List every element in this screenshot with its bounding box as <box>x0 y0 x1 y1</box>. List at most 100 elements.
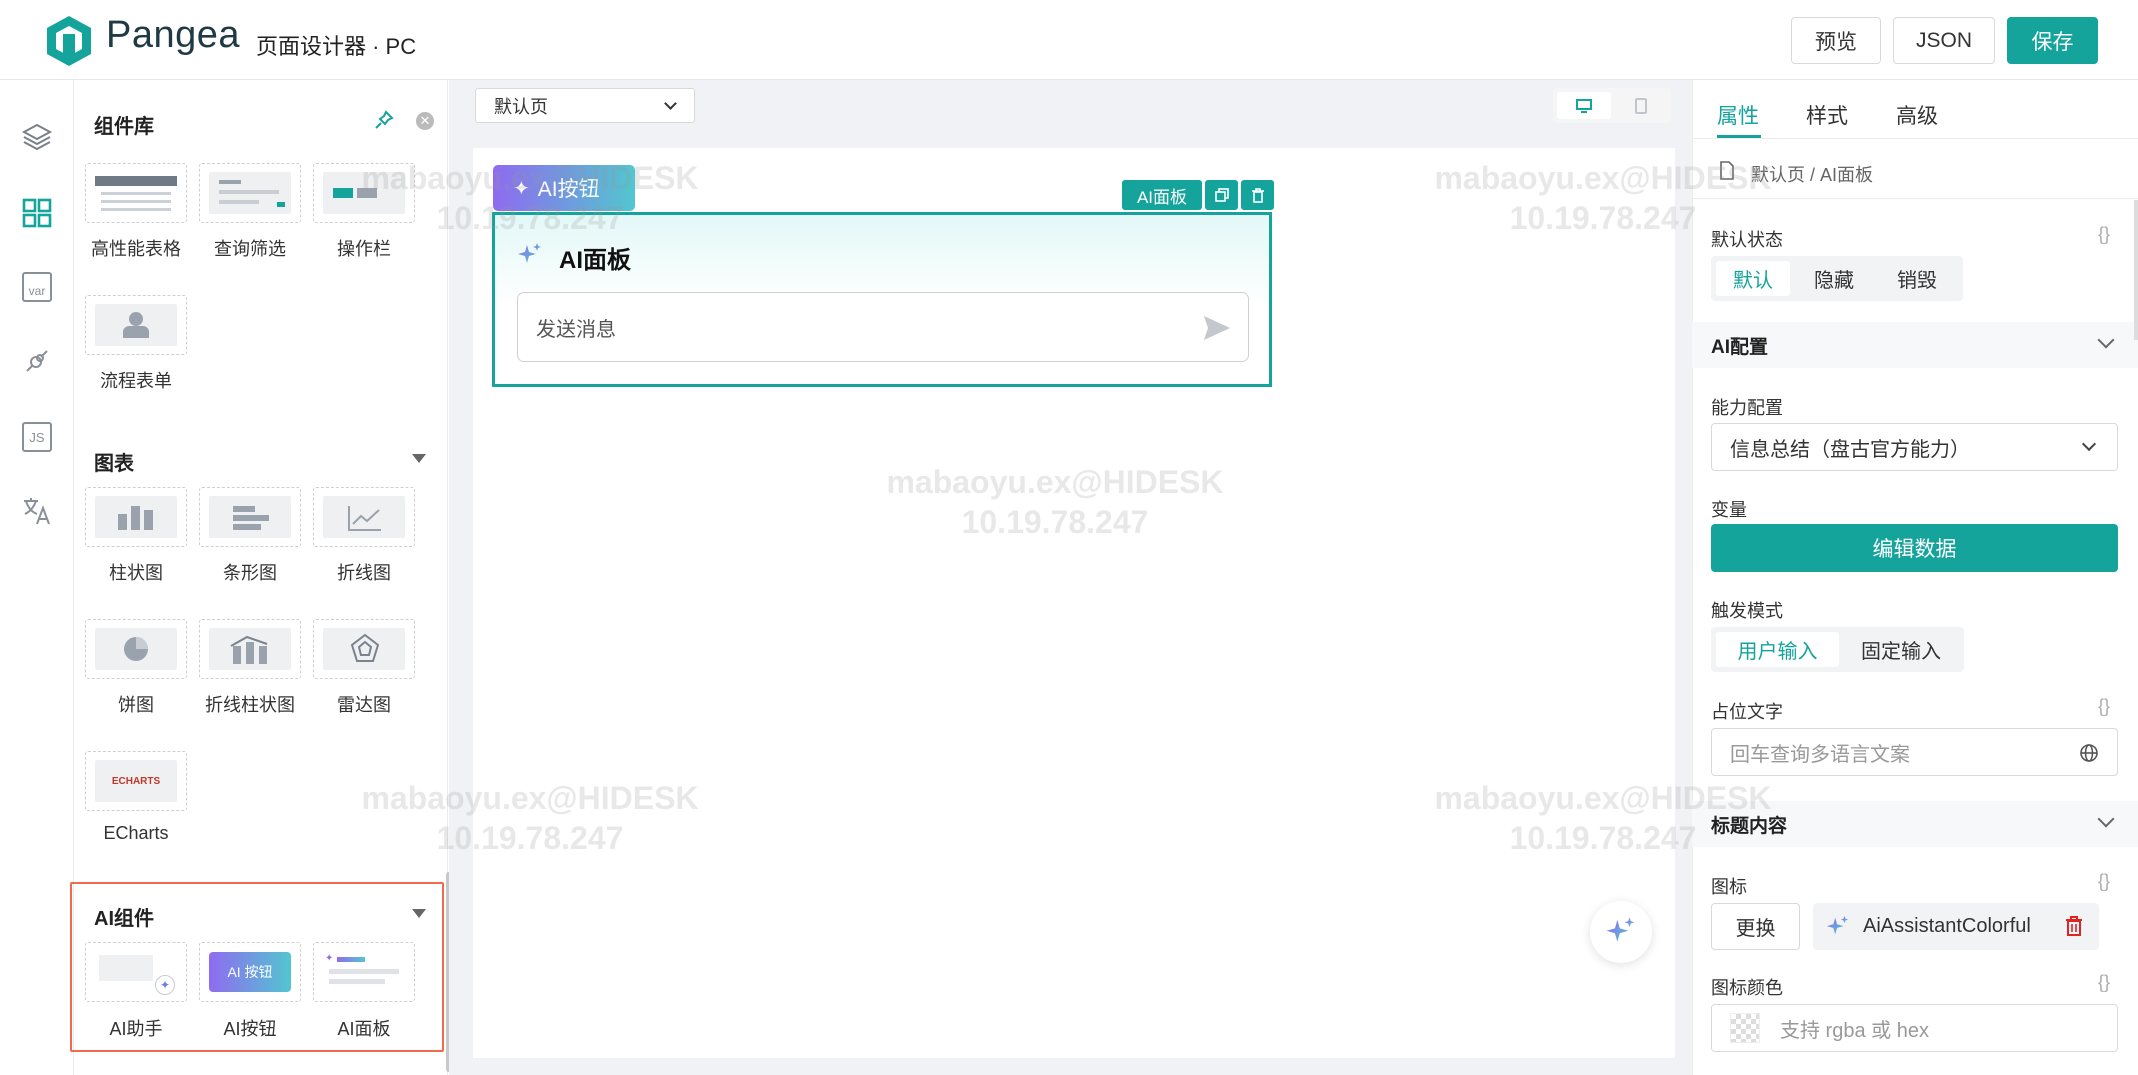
ai-section-title: AI组件 <box>94 908 154 930</box>
mobile-device-icon[interactable] <box>1615 92 1667 119</box>
trigger-option-user-input[interactable]: 用户输入 <box>1716 632 1839 667</box>
line-bar-chart-icon <box>209 628 291 670</box>
ai-button-thumbnail: AI 按钮 <box>209 952 291 992</box>
js-icon[interactable]: JS <box>20 420 54 454</box>
component-library-title: 组件库 <box>94 116 154 138</box>
icon-color-input[interactable]: 支持 rgba 或 hex <box>1711 1004 2118 1052</box>
component-tile-bar-horizontal[interactable] <box>199 487 301 547</box>
horizontal-bar-chart-icon <box>209 496 291 538</box>
app-header: Pangea 页面设计器 · PC 预览 JSON 保存 <box>0 0 2138 80</box>
component-label: ECharts <box>103 823 169 843</box>
component-tile-ai-assistant[interactable]: ✦ <box>85 942 187 1002</box>
variable-icon-text: var <box>22 272 52 302</box>
plug-icon[interactable] <box>20 344 54 378</box>
component-tile-ai-panel[interactable]: ✦ <box>313 942 415 1002</box>
color-swatch-icon[interactable] <box>1730 1013 1760 1043</box>
component-label: AI助手 <box>109 1019 163 1039</box>
canvas-ai-button-label: AI按钮 <box>537 178 600 201</box>
selection-name-chip[interactable]: AI面板 <box>1122 180 1202 210</box>
ai-section-collapse-icon[interactable] <box>412 909 426 918</box>
ai-config-section-header[interactable]: AI配置 <box>1692 322 2138 368</box>
replace-icon-button[interactable]: 更换 <box>1711 903 1800 950</box>
component-tile-high-perf-table[interactable] <box>85 163 187 223</box>
file-icon <box>1720 161 1734 180</box>
js-icon-text: JS <box>22 422 52 452</box>
page-select[interactable]: 默认页 <box>475 88 695 123</box>
properties-scrollbar[interactable] <box>2134 200 2138 340</box>
expression-brace-icon[interactable]: {} <box>2098 696 2110 717</box>
ai-panel-message-input[interactable]: 发送消息 <box>517 292 1249 362</box>
globe-icon[interactable] <box>2079 743 2099 763</box>
charts-collapse-icon[interactable] <box>412 454 426 463</box>
delete-icon[interactable] <box>2065 916 2083 936</box>
component-label: 查询筛选 <box>214 239 286 259</box>
json-button[interactable]: JSON <box>1893 17 1995 64</box>
trigger-option-fixed-input[interactable]: 固定输入 <box>1843 632 1959 667</box>
save-button[interactable]: 保存 <box>2007 17 2098 64</box>
icon-color-label: 图标颜色 <box>1711 978 1783 998</box>
component-tile-query-filter[interactable] <box>199 163 301 223</box>
component-label: 流程表单 <box>100 371 172 391</box>
echarts-logo-icon: ECHARTS <box>95 760 177 802</box>
component-label: AI按钮 <box>223 1019 277 1039</box>
pangea-logo-icon <box>47 16 91 66</box>
component-tile-line-bar-chart[interactable] <box>199 619 301 679</box>
ai-panel-title: AI面板 <box>559 247 631 274</box>
component-tile-pie-chart[interactable] <box>85 619 187 679</box>
ai-assistant-colorful-icon <box>1826 915 1849 934</box>
table-thumbnail-icon <box>95 172 177 214</box>
variable-icon[interactable]: var <box>20 270 54 304</box>
default-state-segmented: 默认 隐藏 销毁 <box>1711 256 1963 301</box>
left-icon-rail: var JS <box>0 80 74 1075</box>
tab-properties[interactable]: 属性 <box>1717 100 1759 130</box>
component-tile-action-bar[interactable] <box>313 163 415 223</box>
tabs-divider <box>1692 138 2138 139</box>
floating-ai-assistant-button[interactable] <box>1590 901 1652 963</box>
selection-toolbar: AI面板 <box>1122 180 1274 210</box>
ai-assistant-thumbnail-icon: ✦ <box>95 951 177 995</box>
component-label: 折线图 <box>337 563 391 583</box>
component-tile-flow-form[interactable] <box>85 295 187 355</box>
expression-brace-icon[interactable]: {} <box>2098 972 2110 993</box>
device-toggle <box>1553 88 1671 123</box>
component-tile-ai-button[interactable]: AI 按钮 <box>199 942 301 1002</box>
ai-sparkle-icon <box>518 243 541 263</box>
state-option-hidden[interactable]: 隐藏 <box>1796 261 1872 296</box>
delete-icon[interactable] <box>1241 180 1274 210</box>
trigger-mode-segmented: 用户输入 固定输入 <box>1711 627 1964 672</box>
send-icon[interactable] <box>1202 314 1232 342</box>
component-label: 操作栏 <box>337 239 391 259</box>
component-tile-line-chart[interactable] <box>313 487 415 547</box>
state-option-default[interactable]: 默认 <box>1716 261 1790 296</box>
copy-icon[interactable] <box>1205 180 1238 210</box>
tab-advanced[interactable]: 高级 <box>1896 100 1938 130</box>
canvas-ai-panel[interactable]: AI面板 发送消息 <box>492 212 1272 387</box>
selected-icon-name: AiAssistantColorful <box>1863 915 2031 937</box>
pin-icon[interactable] <box>374 110 394 130</box>
variable-label: 变量 <box>1711 500 1747 520</box>
desktop-device-icon[interactable] <box>1557 92 1611 119</box>
state-option-destroy[interactable]: 销毁 <box>1878 261 1956 296</box>
layers-icon[interactable] <box>20 120 54 154</box>
canvas-ai-button[interactable]: ✦ AI按钮 <box>493 165 635 211</box>
expression-brace-icon[interactable]: {} <box>2098 871 2110 892</box>
chevron-down-icon <box>664 97 677 110</box>
components-grid-icon[interactable] <box>20 196 54 230</box>
preview-button[interactable]: 预览 <box>1791 17 1881 64</box>
component-label: 折线柱状图 <box>205 695 295 715</box>
pie-chart-icon <box>95 628 177 670</box>
close-panel-icon[interactable]: ✕ <box>416 112 434 130</box>
component-tile-radar-chart[interactable] <box>313 619 415 679</box>
app-subtitle: 页面设计器 · PC <box>256 34 417 59</box>
translate-icon[interactable] <box>20 494 54 528</box>
capability-select[interactable]: 信息总结（盘古官方能力） <box>1711 423 2118 471</box>
edit-data-button[interactable]: 编辑数据 <box>1711 524 2118 572</box>
component-label: 柱状图 <box>109 563 163 583</box>
title-content-section-header[interactable]: 标题内容 <box>1692 801 2138 847</box>
placeholder-text-input[interactable]: 回车查询多语言文案 <box>1711 728 2118 776</box>
expression-brace-icon[interactable]: {} <box>2098 224 2110 245</box>
tab-style[interactable]: 样式 <box>1806 100 1848 130</box>
capability-select-value: 信息总结（盘古官方能力） <box>1730 438 1970 461</box>
component-tile-bar-chart[interactable] <box>85 487 187 547</box>
component-tile-echarts[interactable]: ECHARTS <box>85 751 187 811</box>
